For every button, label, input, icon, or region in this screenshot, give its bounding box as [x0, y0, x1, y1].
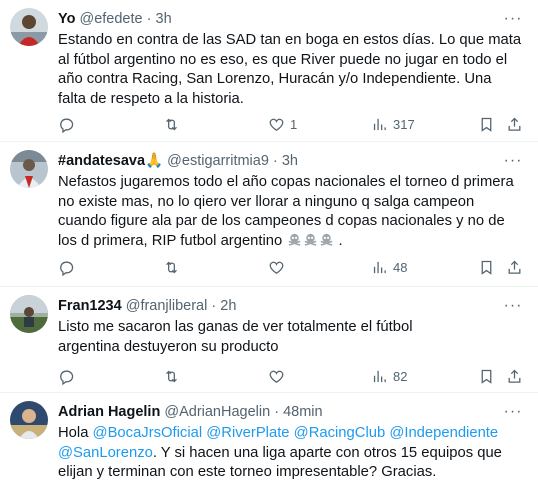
heart-icon — [269, 118, 284, 131]
view-count: 317 — [393, 116, 415, 132]
retweet-icon — [166, 261, 177, 273]
tweet[interactable]: Yo @efedete · 3h ··· Estando en contra d… — [0, 0, 538, 142]
retweet-icon — [166, 370, 177, 382]
praying-hands-emoji: 🙏 — [145, 153, 164, 169]
bookmark-icon — [481, 260, 492, 275]
user-handle[interactable]: @estigarritmia9 — [167, 153, 269, 169]
timestamp[interactable]: 48min — [283, 404, 323, 420]
mention-link[interactable]: @RacingClub — [294, 425, 386, 441]
separator-dot: · — [211, 298, 217, 314]
more-options-icon[interactable]: ··· — [502, 295, 524, 317]
skull-crossbones-icon — [305, 233, 317, 246]
bookmark-icon — [481, 117, 492, 132]
retweet-icon — [166, 118, 177, 130]
reply-icon — [60, 261, 74, 276]
mention-link[interactable]: @Independiente — [389, 425, 498, 441]
like-button[interactable] — [268, 366, 290, 386]
bookmark-icon — [481, 369, 492, 384]
views-button[interactable]: 82 — [371, 366, 407, 386]
reply-button[interactable] — [58, 366, 80, 386]
tweet-text-prefix: Hola — [58, 425, 93, 441]
tweet-text-tail: . — [334, 232, 343, 249]
skull-crossbones-icon — [289, 233, 301, 246]
timestamp[interactable]: 2h — [220, 298, 236, 314]
user-handle[interactable]: @franjliberal — [126, 298, 208, 314]
like-count: 1 — [290, 116, 298, 132]
heart-icon — [269, 261, 284, 274]
user-handle[interactable]: @AdrianHagelin — [164, 404, 270, 420]
display-name[interactable]: Yo — [58, 11, 75, 27]
share-icon — [508, 117, 521, 131]
views-chart-icon — [373, 370, 386, 382]
separator-dot: · — [146, 11, 152, 27]
mention-link[interactable]: @SanLorenzo — [58, 445, 153, 461]
retweet-button[interactable] — [163, 114, 185, 134]
bookmark-button[interactable] — [478, 257, 495, 277]
reply-icon — [60, 370, 74, 385]
tweet[interactable]: Fran1234 @franjliberal · 2h ··· Listo me… — [0, 287, 538, 393]
share-icon — [508, 260, 521, 274]
mention-link[interactable]: @RiverPlate — [206, 425, 289, 441]
views-chart-icon — [373, 118, 386, 130]
tweet-text: Listo me sacaron las ganas de ver totalm… — [58, 319, 413, 355]
avatar[interactable] — [10, 150, 48, 188]
display-name[interactable]: #andatesava — [58, 153, 145, 169]
share-button[interactable] — [506, 366, 523, 386]
share-button[interactable] — [506, 114, 523, 134]
avatar[interactable] — [10, 401, 48, 439]
avatar[interactable] — [10, 8, 48, 46]
share-icon — [508, 369, 521, 383]
share-button[interactable] — [506, 257, 523, 277]
views-chart-icon — [373, 261, 386, 273]
tweet-text: Estando en contra de las SAD tan en boga… — [58, 32, 522, 107]
tweet[interactable]: Adrian Hagelin @AdrianHagelin · 48min ··… — [0, 393, 538, 485]
retweet-button[interactable] — [163, 257, 185, 277]
tweet-text-body: Nefastos jugaremos todo el año copas nac… — [58, 174, 514, 249]
tweet-text: Hola @BocaJrsOficial @RiverPlate @Racing… — [58, 424, 522, 483]
reply-button[interactable] — [58, 114, 80, 134]
display-name[interactable]: Fran1234 — [58, 298, 122, 314]
mention-link[interactable]: @BocaJrsOficial — [93, 425, 203, 441]
separator-dot: · — [274, 404, 280, 420]
bookmark-button[interactable] — [478, 114, 495, 134]
skull-crossbones-icon — [321, 233, 333, 246]
like-button[interactable]: 1 — [268, 114, 297, 134]
retweet-button[interactable] — [163, 366, 185, 386]
view-count: 48 — [393, 259, 408, 275]
user-handle[interactable]: @efedete — [79, 11, 142, 27]
avatar[interactable] — [10, 295, 48, 333]
timestamp[interactable]: 3h — [156, 11, 172, 27]
reply-button[interactable] — [58, 257, 80, 277]
view-count: 82 — [393, 368, 408, 384]
heart-icon — [269, 370, 284, 383]
like-button[interactable] — [268, 257, 290, 277]
more-options-icon[interactable]: ··· — [502, 8, 524, 30]
tweet[interactable]: #andatesava🙏 @estigarritmia9 · 3h ··· Ne… — [0, 142, 538, 287]
bookmark-button[interactable] — [478, 366, 495, 386]
views-button[interactable]: 48 — [371, 257, 407, 277]
more-options-icon[interactable]: ··· — [502, 150, 524, 172]
reply-icon — [60, 118, 74, 133]
timestamp[interactable]: 3h — [282, 153, 298, 169]
separator-dot: · — [272, 153, 278, 169]
views-button[interactable]: 317 — [371, 114, 415, 134]
tweet-text: Nefastos jugaremos todo el año copas nac… — [58, 173, 522, 251]
display-name[interactable]: Adrian Hagelin — [58, 404, 160, 420]
more-options-icon[interactable]: ··· — [502, 401, 524, 423]
